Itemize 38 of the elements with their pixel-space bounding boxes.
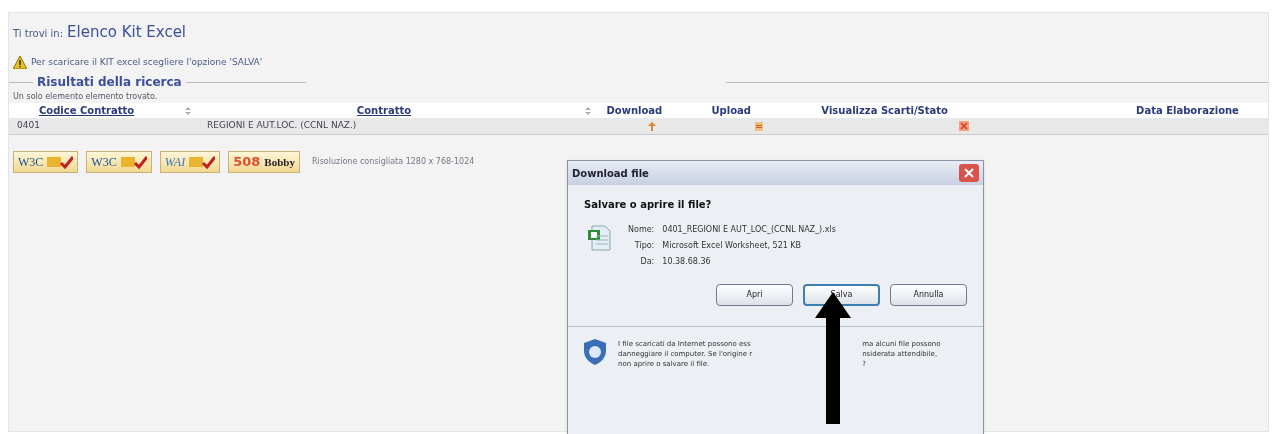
column-header: Visualizza Scarti/Stato xyxy=(821,104,948,118)
column-header: Download xyxy=(606,104,663,118)
field-label: Nome: xyxy=(628,224,655,236)
accessibility-badge: 508 Bobby xyxy=(228,151,300,173)
result-count: Un solo elemento elemento trovato. xyxy=(12,91,159,103)
status-icon[interactable] xyxy=(959,121,969,131)
breadcrumb-label: Ti trovi in: xyxy=(13,27,64,41)
column-header[interactable]: Codice Contratto xyxy=(39,103,135,118)
column-header: Upload xyxy=(711,104,751,118)
field-value: 10.38.68.36 xyxy=(662,256,712,268)
page-title: Elenco Kit Excel xyxy=(67,22,187,43)
accessibility-badge: WAI xyxy=(159,151,221,173)
column-header: Data Elaborazione xyxy=(1136,104,1239,118)
dialog-button[interactable]: Annulla xyxy=(890,284,967,306)
accessibility-badge: W3C xyxy=(13,151,79,173)
dialog-question: Salvare o aprire il file? xyxy=(584,198,712,212)
dialog-title: Download file xyxy=(572,166,649,181)
accessibility-badge: W3C xyxy=(86,151,152,173)
notice-text: Per scaricare il KIT excel scegliere l'opzione 'SALVA' xyxy=(31,55,263,69)
dialog-button[interactable]: Apri xyxy=(716,284,793,306)
resolution-note: Risoluzione consigliata 1280 x 768-1024 xyxy=(311,156,475,168)
field-value: 0401_REGIONI E AUT_LOC_(CCNL NAZ_).xls xyxy=(662,224,836,236)
field-label: Tipo: xyxy=(633,240,655,252)
close-icon[interactable] xyxy=(959,164,979,182)
field-label: Da: xyxy=(639,256,655,268)
warning-icon xyxy=(13,55,27,69)
sort-icon[interactable] xyxy=(584,106,591,115)
upload-icon[interactable] xyxy=(755,121,763,131)
field-value: Microsoft Excel Worksheet, 521 KB xyxy=(662,240,803,252)
table-cell-text: REGIONI E AUT.LOC. (CCNL NAZ.) xyxy=(206,119,358,133)
shield-icon xyxy=(584,339,606,365)
sort-icon[interactable] xyxy=(184,106,191,115)
column-header[interactable]: Contratto xyxy=(356,103,412,118)
download-icon[interactable] xyxy=(647,121,656,131)
arrow-icon xyxy=(815,292,851,424)
table-cell-text: 0401 xyxy=(16,119,41,133)
section-legend: Risultati della ricerca xyxy=(33,73,186,91)
spreadsheet-file-icon xyxy=(588,224,612,252)
